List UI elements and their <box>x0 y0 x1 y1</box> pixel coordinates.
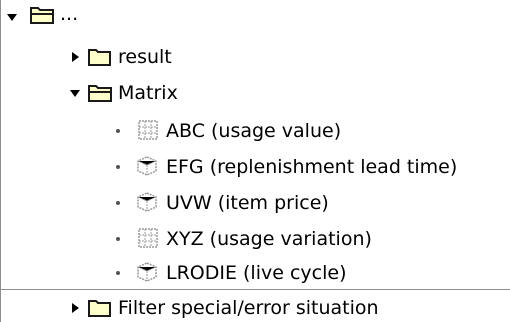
tree-node-result-label: result <box>118 46 172 68</box>
tree-leaf-lrodie[interactable]: LRODIE (live cycle) <box>0 256 380 290</box>
tree-leaf-lrodie-label: LRODIE (live cycle) <box>166 262 347 284</box>
tree-bullet <box>116 237 120 241</box>
tree-leaf-efg-label: EFG (replenishment lead time) <box>166 156 458 178</box>
tree-node-matrix-label: Matrix <box>118 82 178 104</box>
tree-leaf-xyz-label: XYZ (usage variation) <box>166 228 372 250</box>
expand-arrow-down-icon[interactable] <box>7 14 17 21</box>
tree-leaf-efg[interactable]: EFG (replenishment lead time) <box>0 150 508 184</box>
tree-leaf-uvw[interactable]: UVW (item price) <box>0 186 330 220</box>
tree-node-filter-label: Filter special/error situation <box>118 297 379 319</box>
tree-bullet <box>116 129 120 133</box>
folder-open-icon <box>30 7 54 24</box>
tree-leaf-xyz[interactable]: XYZ (usage variation) <box>0 222 400 256</box>
tree-leaf-abc[interactable]: ABC (usage value) <box>0 114 341 148</box>
folder-closed-icon <box>88 49 111 66</box>
cube-matrix-icon <box>137 192 157 212</box>
grid-matrix-icon <box>138 120 158 140</box>
tree-row-divider <box>0 289 510 290</box>
expand-arrow-right-icon[interactable] <box>72 52 79 62</box>
cube-matrix-icon <box>137 156 157 176</box>
tree-node-root[interactable]: ... <box>0 0 200 34</box>
tree-node-matrix[interactable]: Matrix <box>0 76 220 110</box>
collapse-arrow-down-icon[interactable] <box>70 90 80 97</box>
cube-matrix-icon <box>137 262 157 282</box>
folder-closed-icon <box>88 300 111 317</box>
tree-node-root-label: ... <box>60 3 79 25</box>
grid-matrix-icon <box>138 228 158 248</box>
tree-node-result[interactable]: result <box>0 40 200 74</box>
tree-view: ... result Matrix ABC (usage value) EFG … <box>0 0 510 322</box>
tree-node-filter[interactable]: Filter special/error situation <box>0 291 420 322</box>
tree-leaf-uvw-label: UVW (item price) <box>166 192 329 214</box>
tree-bullet <box>116 271 120 275</box>
tree-bullet <box>116 165 120 169</box>
expand-arrow-right-icon[interactable] <box>72 303 79 313</box>
tree-leaf-abc-label: ABC (usage value) <box>166 120 342 142</box>
folder-open-icon <box>88 85 112 102</box>
tree-bullet <box>116 201 120 205</box>
